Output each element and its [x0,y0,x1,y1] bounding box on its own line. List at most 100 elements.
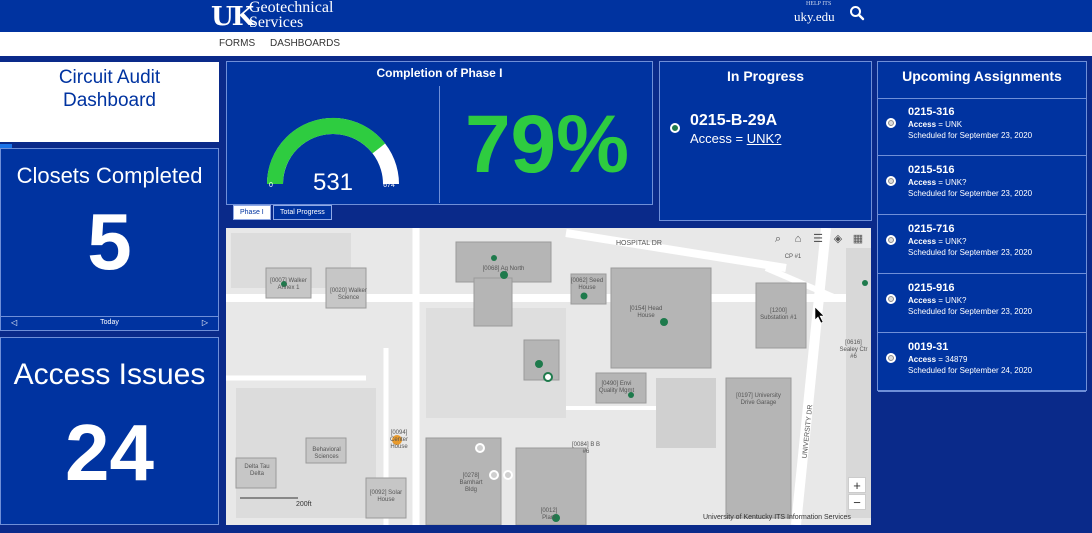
map-label-envi-quality: [0490] Envi Quality Mgmt [598,381,635,394]
next-arrow-icon[interactable]: ▷ [202,318,208,327]
in-progress-access-label: Access = [690,131,744,146]
in-progress-status-dot [670,123,680,133]
map-label-sealey: [0616] Sealey Ctr #6 [839,340,868,360]
in-progress-access: Access = UNK? [690,131,781,146]
status-dot [886,118,896,128]
assignment-schedule: Scheduled for September 24, 2020 [908,366,1033,375]
uky-link-label: uky.edu [794,9,835,24]
assignment-code: 0215-516 [908,164,955,176]
nav-item-forms[interactable]: FORMS [219,38,255,49]
site-name-line1: Geotechnical [249,0,334,16]
assignment-code: 0019-31 [908,341,949,353]
map-label-behavioral: Behavioral Sciences [312,447,341,460]
list-item[interactable]: 0215-716 Access = UNK? Scheduled for Sep… [878,216,1086,274]
access-issues-value: 24 [65,408,154,497]
uky-link[interactable]: HELP ITS uky.edu [794,1,835,25]
assignment-schedule: Scheduled for September 23, 2020 [908,131,1033,140]
assignment-schedule: Scheduled for September 23, 2020 [908,189,1033,198]
map-dot [580,292,588,300]
map-base [226,228,871,525]
status-dot [886,294,896,304]
completion-title: Completion of Phase I [376,66,503,80]
list-item[interactable]: 0215-516 Access = UNK? Scheduled for Sep… [878,157,1086,215]
map-dot [503,470,513,480]
status-dot [886,176,896,186]
upcoming-panel: Upcoming Assignments 0215-316 Access = U… [877,61,1087,392]
tab-total-progress[interactable]: Total Progress [273,205,332,220]
layers-icon[interactable]: ◈ [830,230,846,248]
map-label-delta-tau: Delta Tau Delta [244,464,270,477]
uk-logo[interactable]: UK [211,2,254,32]
nav-bar: FORMS DASHBOARDS [0,32,1092,56]
dashboard-title-line2: Dashboard [63,90,156,111]
closets-completed-label: Closets Completed [16,163,203,188]
in-progress-panel: In Progress 0215-B-29A Access = UNK? [659,61,872,221]
map-label-ag-north: [0068] Ag North [482,266,525,272]
map-label-solar-house: [0092] Solar House [369,490,403,503]
map-attribution: University of Kentucky ITS Information S… [703,514,851,521]
gauge-divider [439,86,440,203]
gauge-min: 0 [269,182,273,189]
map-label-plant: [0012] Plant [540,508,558,521]
legend-icon[interactable]: ☰ [810,230,826,248]
map-dot [535,360,543,368]
in-progress-access-value[interactable]: UNK? [747,131,782,146]
top-header: UK Geotechnical Services HELP ITS uky.ed… [0,0,1092,32]
completion-percent: 79% [464,99,630,190]
map-label-walker2: [0020] Walker Science [330,288,367,301]
in-progress-title: In Progress [726,68,805,84]
map-label-garage: [0197] University Drive Garage [736,393,781,406]
map-toolbar: ⌕ ⌂ ☰ ◈ ▦ [770,230,866,250]
help-its-label: HELP ITS [806,1,832,7]
home-icon[interactable]: ⌂ [790,230,806,248]
search-icon[interactable] [849,5,867,23]
map-label-barnhart: [0278] Barnhart Bldg [459,473,483,493]
basemap-icon[interactable]: ▦ [850,230,866,248]
map-label-cp81: CP #1 [784,254,802,260]
map-dot [489,470,499,480]
zoom-out-button[interactable]: − [848,494,866,510]
site-name-line2: Services [249,14,304,31]
assignment-access: Access = UNK? [908,237,967,246]
upcoming-title: Upcoming Assignments [902,68,1062,84]
map-label-substation: [1200] Substation #1 [760,308,797,321]
dashboard-title-line1: Circuit Audit [58,67,161,88]
map-dot [491,255,497,261]
map-label-greenhouse: [0094] Center House [389,430,408,450]
nav-item-dashboards[interactable]: DASHBOARDS [270,38,340,49]
closets-footer-label: Today [100,319,119,326]
map-label-hospital-dr: HOSPITAL DR [616,240,662,247]
assignment-schedule: Scheduled for September 23, 2020 [908,307,1033,316]
assignment-schedule: Scheduled for September 23, 2020 [908,248,1033,257]
access-issues-label: Access Issues [13,358,206,391]
dashboard-title: Circuit Audit Dashboard [0,62,219,142]
access-issues-panel: Access Issues 24 [0,337,219,525]
assignment-access: Access = UNK? [908,178,967,187]
map-dot [475,443,485,453]
assignment-code: 0215-716 [908,223,955,235]
assignment-access: Access = UNK? [908,296,967,305]
list-item[interactable]: 0215-916 Access = UNK? Scheduled for Sep… [878,275,1086,333]
closets-completed-value: 5 [87,197,132,286]
assignment-access: Access = UNK [908,120,963,129]
site-name[interactable]: Geotechnical Services [249,0,334,31]
map-dot [862,280,868,286]
map-label-bb86: [0084] B B #6 [571,442,601,455]
gauge-value: 531 [313,169,353,196]
status-dot [886,353,896,363]
map-label-head-house: [0154] Head House [629,306,663,319]
status-dot [886,235,896,245]
map-search-icon[interactable]: ⌕ [770,230,786,248]
closets-completed-panel: Closets Completed 5 ◁ Today ▷ [0,148,219,331]
gauge-chart: 531 0 674 [267,118,399,196]
list-item[interactable]: 0019-31 Access = 34879 Scheduled for Sep… [878,334,1086,392]
completion-panel: Completion of Phase I 531 0 674 79% [226,61,653,205]
map-label-seed-house: [0062] Seed House [570,278,604,291]
assignment-code: 0215-316 [908,106,955,118]
campus-map[interactable]: HOSPITAL DR UNIVERSITY DR [1200] Substat… [226,228,871,525]
in-progress-code[interactable]: 0215-B-29A [690,112,777,130]
gauge-max: 674 [383,182,395,189]
tab-phase-1[interactable]: Phase I [233,205,271,220]
zoom-in-button[interactable]: + [848,477,866,493]
list-item[interactable]: 0215-316 Access = UNK Scheduled for Sept… [878,98,1086,156]
